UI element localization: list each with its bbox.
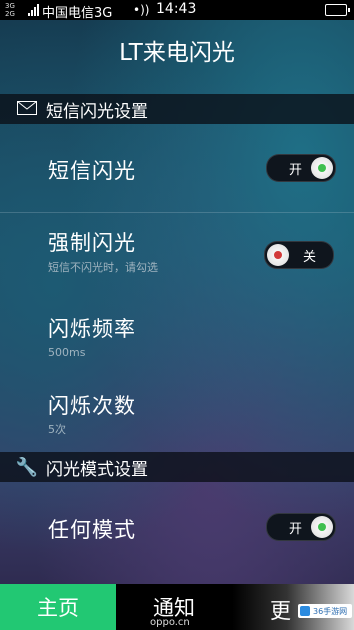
setting-label: 任何模式: [48, 518, 136, 542]
site-logo: 36手游网: [298, 604, 352, 618]
toggle-state: 开: [289, 521, 303, 537]
setting-label: 强制闪光: [48, 231, 136, 255]
page-title: LT来电闪光: [119, 40, 235, 66]
section-label: 短信闪光设置: [46, 101, 148, 122]
toggle-state: 关: [303, 249, 317, 265]
wrench-icon: 🔧: [15, 456, 39, 478]
wifi-icon: •)): [133, 3, 150, 17]
logo-icon: [300, 606, 310, 616]
signal-type-label: 3G 2G: [5, 2, 15, 18]
setting-value: 5次: [48, 423, 66, 436]
setting-row-flash-count[interactable]: 闪烁次数 5次: [0, 377, 354, 452]
status-bar: 3G 2G 中国电信3G •)) 14:43: [0, 0, 354, 21]
watermark: oppo.cn: [150, 617, 190, 628]
section-header-mode: 🔧 闪光模式设置: [0, 452, 354, 482]
setting-label: 短信闪光: [48, 159, 136, 183]
force-flash-toggle[interactable]: 关: [264, 241, 334, 269]
toggle-knob-icon: [267, 244, 289, 266]
status-time: 14:43: [156, 1, 197, 17]
toggle-state: 开: [289, 162, 303, 178]
setting-row-any-mode[interactable]: 任何模式 开: [0, 482, 354, 572]
setting-description: 短信不闪光时，请勾选: [48, 261, 158, 274]
signal-icon: [28, 4, 39, 16]
tab-label: 主页: [37, 596, 79, 620]
battery-icon: [325, 4, 350, 16]
tab-home[interactable]: 主页: [0, 584, 116, 630]
setting-value: 500ms: [48, 346, 86, 359]
toggle-knob-icon: [311, 157, 333, 179]
setting-row-sms-flash[interactable]: 短信闪光 开: [0, 124, 354, 212]
carrier-name: 中国电信3G: [42, 6, 113, 21]
section-header-sms: 短信闪光设置: [0, 94, 354, 124]
setting-row-flash-rate[interactable]: 闪烁频率 500ms: [0, 301, 354, 377]
setting-label: 闪烁次数: [48, 394, 136, 418]
section-label: 闪光模式设置: [46, 459, 148, 480]
sms-flash-toggle[interactable]: 开: [266, 154, 336, 182]
toggle-knob-icon: [311, 516, 333, 538]
tab-label: 更: [270, 599, 291, 623]
any-mode-toggle[interactable]: 开: [266, 513, 336, 541]
envelope-icon: [14, 99, 40, 120]
setting-row-force-flash[interactable]: 强制闪光 短信不闪光时，请勾选 关: [0, 213, 354, 301]
setting-label: 闪烁频率: [48, 317, 136, 341]
app-title-bar: LT来电闪光: [0, 20, 354, 80]
